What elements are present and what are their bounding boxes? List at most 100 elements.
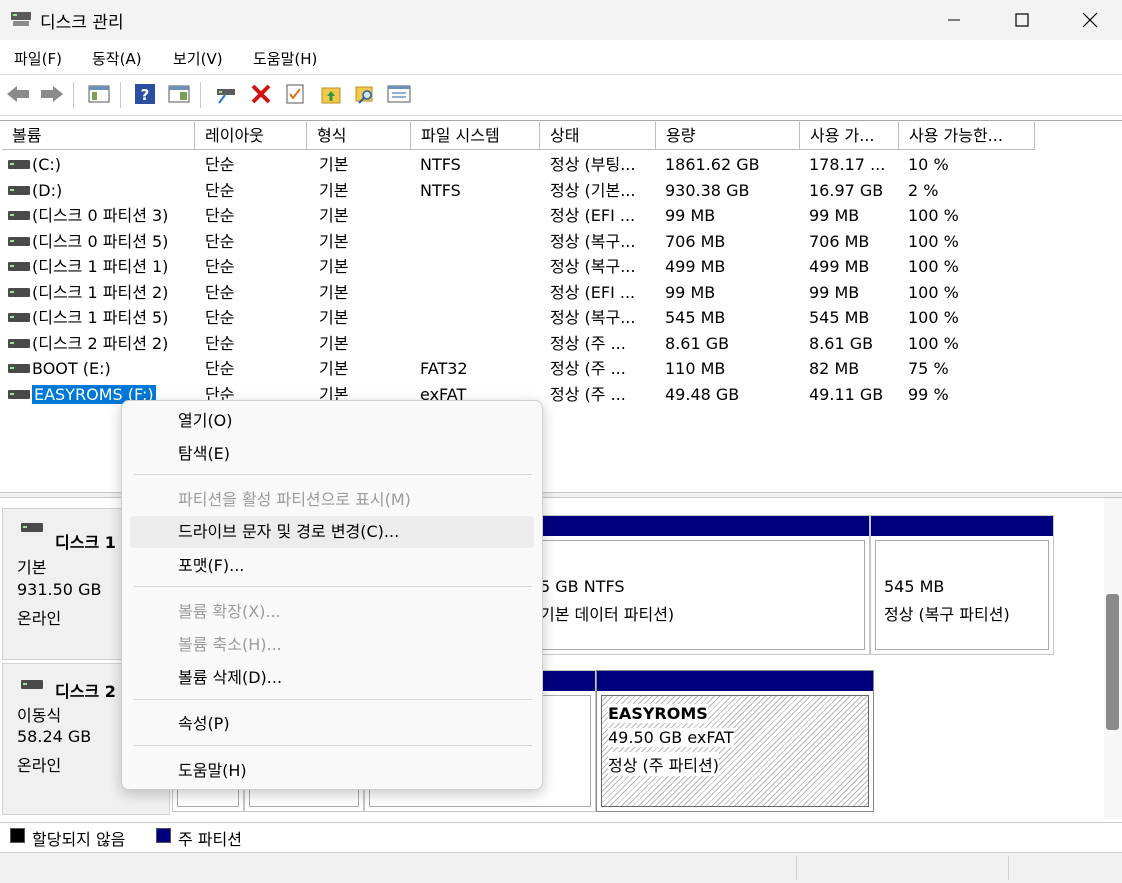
list-view-button[interactable]	[386, 80, 412, 108]
disk-2-easyroms-partition[interactable]: EASYROMS 49.50 GB exFAT 정상 (주 파티션)	[596, 670, 874, 812]
cell-percent-free-text: 100 %	[908, 231, 959, 251]
cell-free-space-text: 82 MB	[809, 359, 860, 378]
cell-layout: 단순	[205, 305, 305, 330]
cell-layout-text: 단순	[205, 359, 235, 378]
column-header-filesystem[interactable]: 파일 시스템	[411, 122, 540, 150]
menu-item-mark-active[interactable]: 파티션을 활성 파티션으로 표시(M)	[130, 484, 534, 516]
properties-button[interactable]	[282, 80, 308, 108]
cell-type-text: 기본	[319, 231, 349, 251]
menu-item-properties[interactable]: 속성(P)	[130, 708, 534, 740]
back-button[interactable]	[5, 80, 31, 108]
menu-view[interactable]: 보기(V)	[173, 48, 223, 69]
cell-volume: (디스크 1 파티션 1)	[32, 254, 195, 279]
volume-row[interactable]: BOOT (E:) 단순 기본 FAT32 정상 (주 ... 110 MB 82 MB 75…	[2, 356, 1122, 381]
column-header-layout[interactable]: 레이아웃	[195, 122, 307, 150]
console-tree-button[interactable]	[86, 80, 112, 108]
partition-info-line1: 5 GB NTFS	[540, 577, 625, 596]
cell-free-space-text: 706 MB	[809, 231, 870, 251]
cell-filesystem	[420, 331, 538, 356]
volume-row[interactable]: (C:) 단순 기본 NTFS 정상 (부팅... 1861.62 GB 178.17 ..…	[2, 152, 1122, 177]
menu-item-delete-volume[interactable]: 볼륨 삭제(D)...	[130, 662, 534, 694]
cell-free-space-text: 49.11 GB	[809, 384, 884, 404]
minimize-button[interactable]	[920, 0, 988, 40]
close-button[interactable]	[1056, 0, 1122, 40]
drive-icon	[8, 211, 30, 220]
status-bar	[0, 852, 1122, 883]
back-arrow-icon	[7, 86, 29, 102]
search-folder-button[interactable]	[352, 80, 378, 108]
cell-filesystem: FAT32	[420, 356, 538, 381]
column-header-percent-free[interactable]: 사용 가능한...	[899, 122, 1035, 150]
menu-item-open[interactable]: 열기(O)	[130, 405, 534, 437]
column-header-status[interactable]: 상태	[540, 122, 656, 150]
column-header-capacity[interactable]: 용량	[656, 122, 800, 150]
legend-primary-swatch	[156, 828, 171, 843]
column-header-volume[interactable]: 볼륨	[2, 122, 195, 150]
title-bar: 디스크 관리	[0, 0, 1122, 40]
cell-capacity-text: 1861.62 GB	[665, 155, 760, 174]
volume-row[interactable]: (디스크 2 파티션 2) 단순 기본 정상 (주 ... 8.61 GB 8.61 GB…	[2, 331, 1122, 356]
cell-percent-free-text: 100 %	[908, 206, 959, 225]
menu-item-format[interactable]: 포맷(F)...	[130, 550, 534, 582]
cell-status: 정상 (EFI ...	[550, 203, 654, 228]
column-header-free-space[interactable]: 사용 가...	[800, 122, 899, 150]
show-action-pane-button[interactable]	[166, 80, 192, 108]
cell-percent-free: 75 %	[908, 356, 1033, 381]
menu-separator	[134, 586, 532, 587]
properties-icon	[286, 84, 304, 104]
cell-capacity-text: 99 MB	[665, 282, 716, 302]
menu-help[interactable]: 도움말(H)	[253, 48, 317, 69]
partition-info-line2: 기본 데이터 파티션)	[540, 605, 675, 624]
volume-row[interactable]: (디스크 1 파티션 1) 단순 기본 정상 (복구... 499 MB 499 MB 10…	[2, 254, 1122, 279]
partition-info-line1: 49.50 GB exFAT	[608, 728, 734, 747]
menu-file[interactable]: 파일(F)	[14, 48, 62, 69]
disk-icon	[21, 680, 43, 689]
menu-item-extend-volume[interactable]: 볼륨 확장(X)...	[130, 596, 534, 628]
cell-free-space: 178.17 ...	[809, 152, 897, 177]
connect-button[interactable]	[214, 80, 240, 108]
cell-status: 정상 (부팅...	[550, 152, 654, 177]
cell-type: 기본	[319, 280, 409, 305]
connect-drive-icon	[217, 89, 235, 104]
cell-percent-free-text: 2 %	[908, 180, 939, 200]
svg-text:?: ?	[141, 86, 150, 104]
cell-percent-free-text: 99 %	[908, 384, 949, 404]
cell-free-space-text: 499 MB	[809, 257, 870, 276]
disk-2-state: 온라인	[17, 756, 62, 775]
volume-row[interactable]: (디스크 0 파티션 3) 단순 기본 정상 (EFI ... 99 MB 99 MB 10…	[2, 203, 1122, 228]
cell-filesystem-text: NTFS	[420, 155, 461, 174]
column-header-type[interactable]: 형식	[307, 122, 411, 150]
disk-2-name: 디스크 2	[55, 682, 116, 701]
disk-1-type: 기본	[17, 558, 47, 577]
drive-icon	[8, 287, 30, 297]
cell-volume: (디스크 2 파티션 2)	[32, 331, 195, 356]
menu-item-help[interactable]: 도움말(H)	[130, 755, 534, 787]
menu-item-shrink-volume[interactable]: 볼륨 축소(H)...	[130, 629, 534, 661]
partition-body-selected: EASYROMS 49.50 GB exFAT 정상 (주 파티션)	[601, 695, 869, 807]
cell-volume-text: (디스크 0 파티션 5)	[32, 231, 169, 251]
cell-percent-free: 100 %	[908, 280, 1033, 305]
menu-item-explore[interactable]: 탐색(E)	[130, 438, 534, 470]
maximize-button[interactable]	[988, 0, 1056, 40]
help-button[interactable]: ?	[132, 80, 158, 108]
drive-icon	[8, 338, 30, 348]
delete-button[interactable]	[248, 80, 274, 108]
cell-free-space: 8.61 GB	[809, 331, 897, 356]
cell-capacity: 499 MB	[665, 254, 798, 279]
menu-action[interactable]: 동작(A)	[92, 48, 142, 69]
volume-row[interactable]: (디스크 1 파티션 2) 단순 기본 정상 (EFI ... 99 MB 99 MB 10…	[2, 280, 1122, 305]
status-separator	[796, 856, 797, 880]
volume-row[interactable]: (디스크 0 파티션 5) 단순 기본 정상 (복구... 706 MB 706 MB 10…	[2, 229, 1122, 254]
cell-layout-text: 단순	[205, 282, 235, 302]
cell-capacity: 1861.62 GB	[665, 152, 798, 177]
forward-button[interactable]	[39, 80, 65, 108]
volume-row[interactable]: (D:) 단순 기본 NTFS 정상 (기본... 930.38 GB 16.97 GB 2 …	[2, 178, 1122, 203]
cell-capacity: 110 MB	[665, 356, 798, 381]
cell-type: 기본	[319, 178, 409, 203]
menu-item-change-drive-letter[interactable]: 드라이브 문자 및 경로 변경(C)...	[130, 516, 534, 548]
volume-row[interactable]: (디스크 1 파티션 5) 단순 기본 정상 (복구... 545 MB 545 MB 10…	[2, 305, 1122, 330]
scrollbar-thumb[interactable]	[1106, 594, 1119, 730]
disk-1-name: 디스크 1	[55, 533, 116, 552]
disk-1-recovery-partition[interactable]: 545 MB 정상 (복구 파티션)	[870, 515, 1054, 655]
up-folder-button[interactable]	[318, 80, 344, 108]
